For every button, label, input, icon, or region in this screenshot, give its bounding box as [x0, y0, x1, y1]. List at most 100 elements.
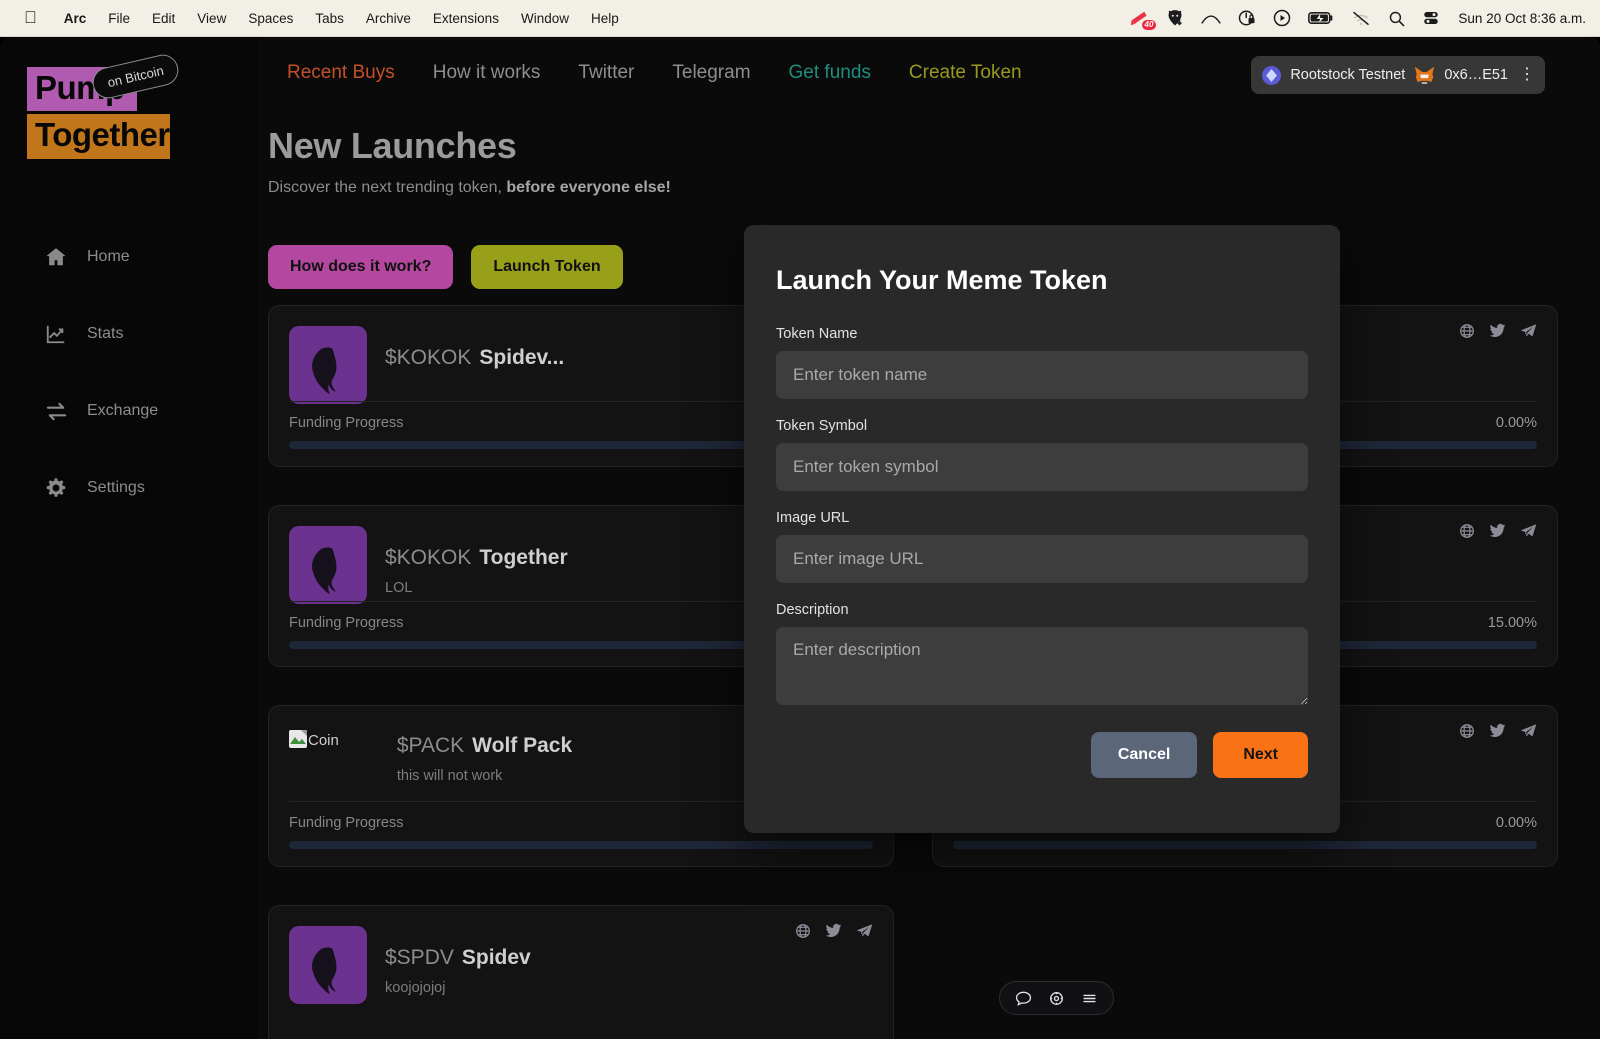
description-textarea[interactable]	[776, 627, 1308, 705]
broken-image-glyph	[289, 730, 307, 748]
telegram-icon[interactable]	[856, 923, 873, 939]
field-token-name: Token Name	[776, 326, 1308, 399]
menu-item-extensions[interactable]: Extensions	[422, 11, 510, 26]
menu-item-help[interactable]: Help	[580, 11, 630, 26]
twitter-icon[interactable]	[1489, 323, 1506, 339]
telegram-icon[interactable]	[1520, 523, 1537, 539]
menu-bar-tray: 40	[1130, 9, 1440, 30]
label-token-name: Token Name	[776, 326, 858, 342]
cancel-button[interactable]: Cancel	[1090, 732, 1198, 778]
menu-item-edit[interactable]: Edit	[141, 11, 186, 26]
main-content: Recent Buys How it works Twitter Telegra…	[258, 37, 1600, 1039]
launch-token-modal: Launch Your Meme Token Token Name Token …	[744, 225, 1340, 833]
network-name: Rootstock Testnet	[1290, 67, 1406, 83]
launch-token-button[interactable]: Launch Token	[471, 245, 623, 289]
token-name: Wolf Pack	[472, 734, 573, 757]
comment-icon[interactable]	[1015, 990, 1032, 1007]
home-icon	[44, 245, 68, 269]
menu-item-spaces[interactable]: Spaces	[237, 11, 304, 26]
browser-window: Pump Together on Bitcoin Home Stats Exch…	[0, 37, 1600, 1039]
card-title: $PACK Wolf Pack	[397, 734, 572, 758]
rootstock-token-icon	[1262, 65, 1282, 85]
card-title-block: $PACK Wolf Pack this will not work	[397, 726, 572, 784]
field-image-url: Image URL	[776, 510, 1308, 583]
card-social-links	[1459, 323, 1537, 339]
gear-icon	[44, 476, 68, 500]
token-name-input[interactable]	[776, 351, 1308, 399]
floating-toolbar[interactable]	[999, 981, 1114, 1015]
app-logo[interactable]: Pump Together on Bitcoin	[27, 51, 212, 159]
token-name: Spidev...	[479, 346, 565, 369]
next-button[interactable]: Next	[1213, 732, 1308, 778]
funding-progress-label: Funding Progress	[289, 415, 404, 431]
hamburger-icon[interactable]	[1081, 990, 1098, 1007]
apple-icon[interactable]: 	[24, 9, 37, 26]
page-title: New Launches	[268, 125, 517, 166]
twitter-icon[interactable]	[1489, 523, 1506, 539]
token-symbol: $KOKOK	[385, 346, 472, 369]
notification-icon[interactable]: 40	[1130, 10, 1157, 30]
sidebar: Pump Together on Bitcoin Home Stats Exch…	[0, 37, 258, 1039]
label-description: Description	[776, 602, 849, 618]
telegram-icon[interactable]	[1520, 323, 1537, 339]
top-navigation: Recent Buys How it works Twitter Telegra…	[258, 37, 1600, 109]
control-center-icon[interactable]	[1422, 9, 1440, 27]
telegram-icon[interactable]	[1520, 723, 1537, 739]
lion-avatar-icon	[289, 926, 367, 1004]
progress-bar	[289, 841, 873, 849]
menu-item-arc[interactable]: Arc	[53, 11, 98, 26]
nav-link-recent-buys[interactable]: Recent Buys	[268, 62, 414, 84]
twitter-icon[interactable]	[825, 923, 842, 939]
sidebar-item-exchange[interactable]: Exchange	[0, 389, 258, 433]
menu-item-view[interactable]: View	[186, 11, 237, 26]
menu-item-window[interactable]: Window	[510, 11, 580, 26]
image-url-input[interactable]	[776, 535, 1308, 583]
token-symbol-input[interactable]	[776, 443, 1308, 491]
table-row[interactable]: $SPDV Spidev koojojojoj	[268, 905, 894, 1039]
nav-link-create-token[interactable]: Create Token	[890, 62, 1041, 84]
sidebar-item-stats[interactable]: Stats	[0, 312, 258, 356]
nav-link-how-it-works[interactable]: How it works	[414, 62, 560, 84]
token-symbol: $KOKOK	[385, 546, 472, 569]
timer-lock-icon[interactable]	[1238, 9, 1256, 27]
menu-bar-clock[interactable]: Sun 20 Oct 8:36 a.m.	[1458, 11, 1586, 26]
card-title: $KOKOK Together	[385, 546, 568, 570]
menu-item-archive[interactable]: Archive	[355, 11, 422, 26]
nav-link-get-funds[interactable]: Get funds	[770, 62, 890, 84]
wallet-bar[interactable]: Rootstock Testnet 0x6…E51 ⋮	[1251, 56, 1545, 94]
token-symbol: $PACK	[396, 734, 465, 757]
card-social-links	[1459, 723, 1537, 739]
card-title: $SPDV Spidev	[385, 946, 531, 970]
funding-progress-label: Funding Progress	[289, 815, 404, 831]
network-selector[interactable]: Rootstock Testnet	[1262, 65, 1406, 85]
search-icon[interactable]	[1388, 10, 1405, 27]
battery-charging-icon[interactable]	[1308, 11, 1334, 25]
globe-icon[interactable]	[1459, 723, 1475, 739]
menu-item-file[interactable]: File	[97, 11, 141, 26]
metamask-fox-icon	[1414, 66, 1435, 84]
eye-target-icon[interactable]	[1048, 990, 1065, 1007]
card-title-block: $SPDV Spidev koojojojoj	[385, 926, 531, 996]
token-description: LOL	[385, 580, 413, 596]
menu-item-tabs[interactable]: Tabs	[304, 11, 355, 26]
card-title-block: $KOKOK Spidev...	[385, 326, 564, 380]
nordvpn-icon[interactable]	[1201, 10, 1222, 26]
globe-icon[interactable]	[795, 923, 811, 939]
page-subtitle-bold: before everyone else!	[506, 179, 671, 196]
nav-link-twitter[interactable]: Twitter	[559, 62, 653, 84]
kebab-menu-icon[interactable]: ⋮	[1519, 67, 1535, 83]
wallet-address[interactable]: 0x6…E51	[1444, 67, 1508, 83]
sidebar-item-home[interactable]: Home	[0, 235, 258, 279]
wifi-off-icon[interactable]	[1351, 10, 1371, 26]
sidebar-item-settings[interactable]: Settings	[0, 466, 258, 510]
play-icon[interactable]	[1273, 9, 1291, 27]
token-name: Spidev	[461, 946, 531, 969]
globe-icon[interactable]	[1459, 523, 1475, 539]
broken-image-icon: Coin	[289, 726, 339, 749]
how-does-it-work-button[interactable]: How does it work?	[268, 245, 454, 289]
globe-icon[interactable]	[1459, 323, 1475, 339]
twitter-icon[interactable]	[1489, 723, 1506, 739]
nav-link-telegram[interactable]: Telegram	[653, 62, 769, 84]
bear-download-icon[interactable]	[1166, 9, 1184, 27]
logo-line-together: Together	[27, 114, 170, 159]
